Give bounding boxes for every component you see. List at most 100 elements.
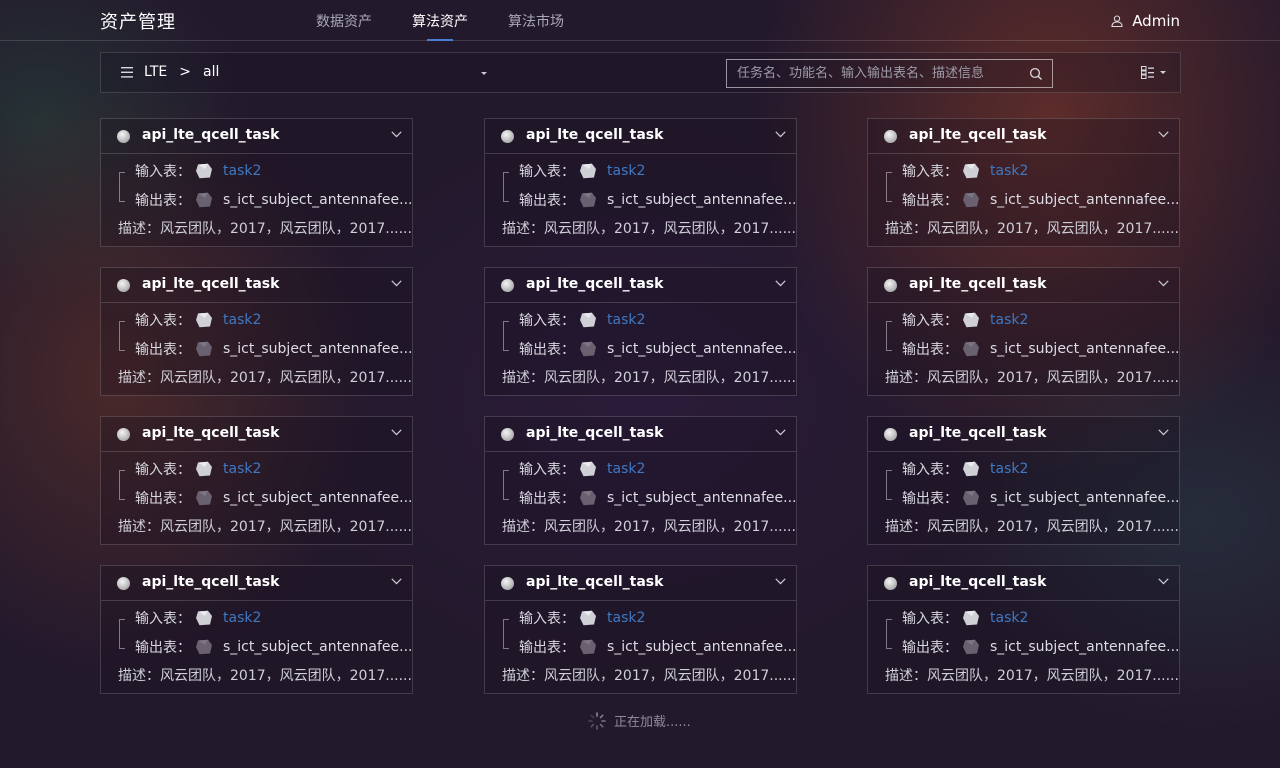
card-header[interactable]: api_lte_qcell_task xyxy=(101,417,412,452)
task-card[interactable]: api_lte_qcell_task 输入表： task2 输出表： s_ict… xyxy=(484,565,797,694)
output-table-label: 输出表： xyxy=(902,640,958,656)
breadcrumb-dropdown-caret-icon[interactable] xyxy=(481,72,487,75)
input-table-link[interactable]: task2 xyxy=(990,312,1028,328)
card-description: 描述：风云团队，2017，风云团队，2017...... xyxy=(502,221,796,237)
input-table-row: 输入表： task2 xyxy=(135,161,261,181)
card-title[interactable]: api_lte_qcell_task xyxy=(909,276,1046,292)
input-table-link[interactable]: task2 xyxy=(607,461,645,477)
input-table-link[interactable]: task2 xyxy=(607,312,645,328)
chevron-down-icon[interactable] xyxy=(1158,578,1169,585)
output-table-label: 输出表： xyxy=(519,342,575,358)
task-card[interactable]: api_lte_qcell_task 输入表： task2 输出表： s_ict… xyxy=(867,267,1180,396)
task-card[interactable]: api_lte_qcell_task 输入表： task2 输出表： s_ict… xyxy=(867,118,1180,247)
chevron-down-icon[interactable] xyxy=(1158,131,1169,138)
task-card[interactable]: api_lte_qcell_task 输入表： task2 输出表： s_ict… xyxy=(484,118,797,247)
status-dot-icon xyxy=(117,577,130,590)
input-table-row: 输入表： task2 xyxy=(135,310,261,330)
search-input[interactable] xyxy=(727,60,1017,87)
card-title[interactable]: api_lte_qcell_task xyxy=(526,276,663,292)
input-table-link[interactable]: task2 xyxy=(990,163,1028,179)
input-table-label: 输入表： xyxy=(519,611,575,627)
chevron-down-icon[interactable] xyxy=(1158,280,1169,287)
nav-tab-data-assets[interactable]: 数据资产 xyxy=(316,0,372,41)
chevron-down-icon[interactable] xyxy=(775,280,786,287)
nav-tab-algorithm-assets[interactable]: 算法资产 xyxy=(412,0,468,41)
input-table-link[interactable]: task2 xyxy=(607,610,645,626)
input-table-icon xyxy=(963,610,979,626)
input-table-link[interactable]: task2 xyxy=(223,461,261,477)
card-header[interactable]: api_lte_qcell_task xyxy=(101,566,412,601)
task-card[interactable]: api_lte_qcell_task 输入表： task2 输出表： s_ict… xyxy=(100,416,413,545)
io-bracket xyxy=(886,470,892,500)
task-card[interactable]: api_lte_qcell_task 输入表： task2 输出表： s_ict… xyxy=(867,416,1180,545)
card-title[interactable]: api_lte_qcell_task xyxy=(909,425,1046,441)
card-header[interactable]: api_lte_qcell_task xyxy=(868,268,1179,303)
chevron-down-icon[interactable] xyxy=(775,131,786,138)
card-body: 输入表： task2 输出表： s_ict_subject_antennafee… xyxy=(868,303,1180,396)
filter-bar: LTE > all xyxy=(100,52,1181,93)
card-title[interactable]: api_lte_qcell_task xyxy=(142,425,279,441)
card-header[interactable]: api_lte_qcell_task xyxy=(485,119,796,154)
input-table-label: 输入表： xyxy=(519,313,575,329)
status-dot-icon xyxy=(884,279,897,292)
search-icon[interactable] xyxy=(1029,67,1043,81)
task-card[interactable]: api_lte_qcell_task 输入表： task2 输出表： s_ict… xyxy=(867,565,1180,694)
task-card[interactable]: api_lte_qcell_task 输入表： task2 输出表： s_ict… xyxy=(100,118,413,247)
card-header[interactable]: api_lte_qcell_task xyxy=(101,268,412,303)
task-card[interactable]: api_lte_qcell_task 输入表： task2 输出表： s_ict… xyxy=(484,416,797,545)
breadcrumb-current[interactable]: all xyxy=(203,64,219,80)
menu-icon[interactable] xyxy=(121,67,133,78)
io-bracket xyxy=(503,470,509,500)
card-title[interactable]: api_lte_qcell_task xyxy=(142,574,279,590)
chevron-down-icon[interactable] xyxy=(1158,429,1169,436)
input-table-link[interactable]: task2 xyxy=(223,610,261,626)
card-title[interactable]: api_lte_qcell_task xyxy=(526,574,663,590)
card-title[interactable]: api_lte_qcell_task xyxy=(526,127,663,143)
chevron-down-icon[interactable] xyxy=(775,578,786,585)
card-title[interactable]: api_lte_qcell_task xyxy=(909,574,1046,590)
breadcrumb[interactable]: LTE > all xyxy=(144,64,231,80)
card-header[interactable]: api_lte_qcell_task xyxy=(485,417,796,452)
status-dot-icon xyxy=(884,428,897,441)
card-title[interactable]: api_lte_qcell_task xyxy=(142,127,279,143)
chevron-down-icon[interactable] xyxy=(391,578,402,585)
nav-tab-algorithm-market[interactable]: 算法市场 xyxy=(508,0,564,41)
card-title[interactable]: api_lte_qcell_task xyxy=(909,127,1046,143)
input-table-link[interactable]: task2 xyxy=(990,461,1028,477)
output-table-value: s_ict_subject_antennafee... xyxy=(223,341,413,357)
output-table-icon xyxy=(963,490,979,506)
chevron-down-icon[interactable] xyxy=(391,429,402,436)
task-card[interactable]: api_lte_qcell_task 输入表： task2 输出表： s_ict… xyxy=(100,565,413,694)
card-header[interactable]: api_lte_qcell_task xyxy=(101,119,412,154)
chevron-down-icon[interactable] xyxy=(391,280,402,287)
view-toggle[interactable] xyxy=(1141,66,1166,79)
io-bracket xyxy=(886,172,892,202)
input-table-link[interactable]: task2 xyxy=(607,163,645,179)
card-header[interactable]: api_lte_qcell_task xyxy=(485,268,796,303)
io-bracket xyxy=(503,619,509,649)
card-description: 描述：风云团队，2017，风云团队，2017...... xyxy=(118,370,412,386)
chevron-down-icon[interactable] xyxy=(391,131,402,138)
card-header[interactable]: api_lte_qcell_task xyxy=(485,566,796,601)
status-dot-icon xyxy=(117,428,130,441)
grid-view-icon xyxy=(1141,66,1154,79)
user-name: Admin xyxy=(1132,12,1180,30)
input-table-link[interactable]: task2 xyxy=(223,163,261,179)
chevron-down-icon[interactable] xyxy=(775,429,786,436)
task-card[interactable]: api_lte_qcell_task 输入表： task2 输出表： s_ict… xyxy=(484,267,797,396)
card-title[interactable]: api_lte_qcell_task xyxy=(526,425,663,441)
input-table-link[interactable]: task2 xyxy=(990,610,1028,626)
input-table-link[interactable]: task2 xyxy=(223,312,261,328)
card-title[interactable]: api_lte_qcell_task xyxy=(142,276,279,292)
task-card[interactable]: api_lte_qcell_task 输入表： task2 输出表： s_ict… xyxy=(100,267,413,396)
user-menu[interactable]: Admin xyxy=(1111,12,1180,30)
breadcrumb-root[interactable]: LTE xyxy=(144,64,167,80)
status-dot-icon xyxy=(501,130,514,143)
card-header[interactable]: api_lte_qcell_task xyxy=(868,417,1179,452)
card-header[interactable]: api_lte_qcell_task xyxy=(868,119,1179,154)
loading-indicator: 正在加载...... xyxy=(588,711,691,730)
card-header[interactable]: api_lte_qcell_task xyxy=(868,566,1179,601)
card-body: 输入表： task2 输出表： s_ict_subject_antennafee… xyxy=(101,154,413,247)
output-table-icon xyxy=(580,639,596,655)
input-table-row: 输入表： task2 xyxy=(135,459,261,479)
